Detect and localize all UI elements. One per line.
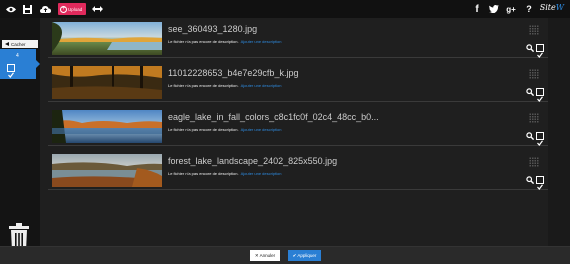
hide-panel-button[interactable]: Cacher: [2, 40, 38, 48]
plus-icon: +: [60, 5, 67, 13]
add-description-link[interactable]: Ajouter une description: [241, 171, 282, 176]
file-name: forest_lake_landscape_2402_825x550.jpg: [168, 156, 338, 166]
drag-handle-icon[interactable]: [529, 157, 539, 167]
image-thumbnail[interactable]: [52, 154, 162, 187]
cancel-button[interactable]: ✕ Annuler: [250, 250, 280, 261]
file-description: Le fichier n'a pas encore de description…: [168, 127, 282, 132]
add-description-link[interactable]: Ajouter une description: [241, 39, 282, 44]
list-item[interactable]: see_360493_1280.jpg Le fichier n'a pas e…: [48, 18, 548, 58]
google-plus-icon[interactable]: g+: [504, 2, 518, 16]
check-icon: ✔: [292, 252, 297, 258]
apply-button[interactable]: ✔ Appliquer: [288, 250, 321, 261]
check-icon: [537, 96, 543, 102]
hide-label: Cacher: [11, 41, 26, 47]
check-icon: [537, 52, 543, 58]
close-icon: ✕: [254, 252, 259, 258]
file-description: Le fichier n'a pas encore de description…: [168, 83, 282, 88]
check-icon: [537, 184, 543, 190]
image-thumbnail[interactable]: [52, 110, 162, 143]
search-icon[interactable]: [526, 132, 534, 140]
apply-label: Appliquer: [297, 253, 317, 258]
cancel-label: Annuler: [259, 253, 276, 258]
file-description: Le fichier n'a pas encore de description…: [168, 39, 282, 44]
select-checkbox[interactable]: [536, 176, 544, 190]
top-toolbar: + Upload f g+ ? SiteW: [0, 0, 570, 18]
footer-bar: ✕ Annuler ✔ Appliquer: [0, 246, 570, 264]
drag-handle-icon[interactable]: [529, 25, 539, 35]
right-scrollbar[interactable]: [548, 18, 570, 246]
cloud-upload-icon[interactable]: [38, 2, 52, 16]
drag-handle-icon[interactable]: [529, 113, 539, 123]
image-thumbnail[interactable]: [52, 22, 162, 55]
image-list: see_360493_1280.jpg Le fichier n'a pas e…: [40, 18, 548, 246]
upload-button[interactable]: + Upload: [58, 3, 86, 15]
file-description: Le fichier n'a pas encore de description…: [168, 171, 282, 176]
select-checkbox[interactable]: [536, 88, 544, 102]
search-icon[interactable]: [526, 44, 534, 52]
twitter-icon[interactable]: [487, 2, 501, 16]
add-description-link[interactable]: Ajouter une description: [241, 127, 282, 132]
selected-count: 4: [16, 53, 19, 59]
check-icon: [537, 140, 543, 146]
selection-panel[interactable]: 4: [0, 49, 40, 79]
arrow-left-icon: [5, 42, 9, 46]
search-icon[interactable]: [526, 176, 534, 184]
add-description-link[interactable]: Ajouter une description: [241, 83, 282, 88]
drag-handle-icon[interactable]: [529, 69, 539, 79]
file-name: 11012228653_b4e7e29cfb_k.jpg: [168, 68, 299, 78]
list-item[interactable]: forest_lake_landscape_2402_825x550.jpg L…: [48, 150, 548, 190]
sitew-logo: SiteW: [539, 3, 564, 12]
upload-label: Upload: [68, 6, 83, 12]
file-name: see_360493_1280.jpg: [168, 24, 258, 34]
help-icon[interactable]: ?: [522, 2, 536, 16]
arrows-expand-icon[interactable]: [90, 2, 104, 16]
list-item[interactable]: 11012228653_b4e7e29cfb_k.jpg Le fichier …: [48, 62, 548, 102]
left-sidebar: Cacher 4: [0, 18, 40, 251]
select-checkbox[interactable]: [536, 44, 544, 58]
search-icon[interactable]: [526, 88, 534, 96]
list-item[interactable]: eagle_lake_in_fall_colors_c8c1fc0f_02c4_…: [48, 106, 548, 146]
check-icon: [8, 72, 14, 78]
select-all-checkbox[interactable]: [7, 64, 15, 78]
eye-icon[interactable]: [4, 2, 18, 16]
facebook-icon[interactable]: f: [470, 2, 484, 16]
save-icon[interactable]: [20, 2, 34, 16]
file-name: eagle_lake_in_fall_colors_c8c1fc0f_02c4_…: [168, 112, 379, 122]
image-thumbnail[interactable]: [52, 66, 162, 99]
select-checkbox[interactable]: [536, 132, 544, 146]
